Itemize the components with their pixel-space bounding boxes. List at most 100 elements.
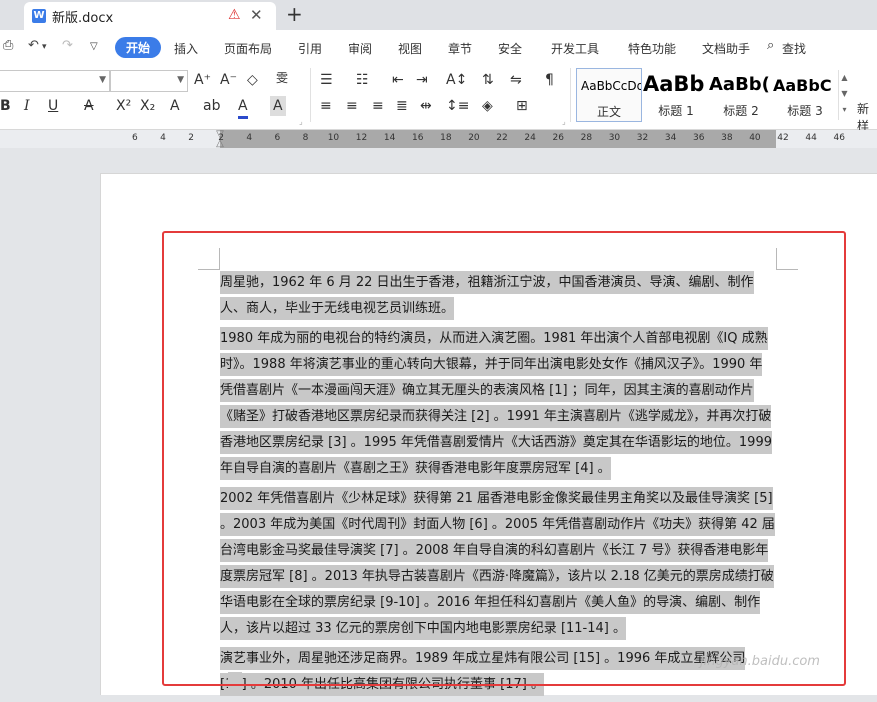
menu-find[interactable]: 查找 xyxy=(782,40,806,57)
bullet-list-icon[interactable]: ☰ xyxy=(320,70,333,90)
text-effect-icon[interactable]: A xyxy=(170,96,180,116)
subscript-icon[interactable]: X₂ xyxy=(140,96,155,116)
align-left-icon[interactable]: ≡ xyxy=(320,96,332,116)
menu-references[interactable]: 引用 xyxy=(298,40,322,57)
font-size-combo[interactable]: ▼ xyxy=(110,70,188,92)
superscript-icon[interactable]: X² xyxy=(116,96,131,116)
paragraph[interactable]: 周星驰，1962 年 6 月 22 日出生于香港，祖籍浙江宁波，中国香港演员、导… xyxy=(220,270,775,322)
divider xyxy=(310,68,311,122)
search-icon[interactable]: ⌕ xyxy=(767,38,774,53)
menu-view[interactable]: 视图 xyxy=(398,40,422,57)
menu-security[interactable]: 安全 xyxy=(498,40,522,57)
show-marks-icon[interactable]: ⇋ xyxy=(510,70,522,90)
numbered-list-icon[interactable]: ☷ xyxy=(356,70,369,90)
ruler-number: 14 xyxy=(383,133,396,143)
chevron-down-icon: ▼ xyxy=(99,75,106,85)
sort-icon[interactable]: ⇅ xyxy=(482,70,494,90)
font-dialog-launcher-icon[interactable]: ⌟ xyxy=(299,112,303,132)
italic-icon[interactable]: I xyxy=(24,96,30,116)
new-style-button[interactable]: 新样 xyxy=(857,100,877,134)
increase-indent-icon[interactable]: ⇥ xyxy=(416,70,428,90)
ruler-number: 42 xyxy=(777,133,789,143)
undo-dropdown-icon[interactable]: ▾ xyxy=(42,42,47,52)
style-preview: AaBbCcDd xyxy=(581,79,642,93)
ruler-number: 46 xyxy=(833,133,845,143)
justify-icon[interactable]: ≣ xyxy=(396,96,408,116)
ruler-number: 20 xyxy=(468,133,480,143)
borders-icon[interactable]: ⊞ xyxy=(516,96,528,116)
redo-icon[interactable]: ↷ xyxy=(62,38,73,53)
document-body[interactable]: 周星驰，1962 年 6 月 22 日出生于香港，祖籍浙江宁波，中国香港演员、导… xyxy=(220,270,775,702)
ruler-number: 16 xyxy=(412,133,424,143)
new-tab-button[interactable]: + xyxy=(286,2,303,26)
paragraph-dialog-launcher-icon[interactable]: ⌟ xyxy=(562,112,566,132)
watermark: jingyan.baidu.com xyxy=(700,654,820,669)
ruler-number: 10 xyxy=(327,133,340,143)
menu-section[interactable]: 章节 xyxy=(448,40,472,57)
clear-format-icon[interactable]: ◇ xyxy=(247,70,258,90)
distributed-icon[interactable]: ⇹ xyxy=(420,96,432,116)
shading-icon[interactable]: ◈ xyxy=(482,96,493,116)
bold-icon[interactable]: B xyxy=(0,96,11,116)
ruler-number: 6 xyxy=(132,133,138,143)
warning-icon[interactable]: ⚠ xyxy=(228,7,241,23)
ruler-number: 24 xyxy=(524,133,536,143)
ruler-number: 2 xyxy=(188,133,194,143)
align-right-icon[interactable]: ≡ xyxy=(372,96,384,116)
margin-corner-mark xyxy=(198,248,220,270)
styles-scroll[interactable]: ▲ ▼ ▾ xyxy=(838,70,850,120)
style-label: 标题 2 xyxy=(723,104,759,118)
selection-highlight xyxy=(228,672,242,695)
tab-title: 新版.docx xyxy=(52,11,114,26)
menu-insert[interactable]: 插入 xyxy=(174,40,198,57)
paragraph[interactable]: 演艺事业外，周星驰还涉足商界。1989 年成立星炜有限公司 [15] 。1996… xyxy=(220,646,775,698)
menu-page-layout[interactable]: 页面布局 xyxy=(224,40,272,57)
shrink-font-icon[interactable]: A⁻ xyxy=(220,70,237,90)
paragraph-text: 演艺事业外，周星驰还涉足商界。1989 年成立星炜有限公司 [15] 。1996… xyxy=(220,647,746,696)
style-preview: AaBbC xyxy=(773,76,832,95)
wps-writer-icon: W xyxy=(32,9,46,23)
menu-home[interactable]: 开始 xyxy=(115,37,162,58)
phonetic-guide-icon[interactable]: 雯 xyxy=(276,68,288,88)
char-shading-icon[interactable]: A xyxy=(270,96,286,116)
style-heading-1[interactable]: AaBb 标题 1 xyxy=(643,68,709,122)
style-heading-2[interactable]: AaBb( 标题 2 xyxy=(709,68,773,122)
ruler-number: 4 xyxy=(246,133,253,143)
strikethrough-icon[interactable]: A xyxy=(84,96,94,116)
decrease-indent-icon[interactable]: ⇤ xyxy=(392,70,404,90)
paragraph[interactable]: 1980 年成为丽的电视台的特约演员，从而进入演艺圈。1981 年出演个人首部电… xyxy=(220,326,775,482)
paragraph[interactable]: 2002 年凭借喜剧片《少林足球》获得第 21 届香港电影金像奖最佳男主角奖以及… xyxy=(220,486,775,642)
style-preview: AaBb xyxy=(643,72,705,96)
quick-access-menu-icon[interactable]: ▽ xyxy=(90,41,98,52)
paragraph-text: 周星驰，1962 年 6 月 22 日出生于香港，祖籍浙江宁波，中国香港演员、导… xyxy=(220,271,754,320)
ruler-number: 18 xyxy=(440,133,452,143)
text-direction-icon[interactable]: A↕ xyxy=(446,70,467,90)
align-center-icon[interactable]: ≡ xyxy=(346,96,358,116)
style-label: 标题 1 xyxy=(658,104,694,118)
undo-icon[interactable]: ↶ xyxy=(28,38,39,53)
horizontal-ruler[interactable]: ▽ △ 6 4 2 2 4 6 8 10 12 14 16 18 20 22 24 26 28 30 32 34 36 38… xyxy=(0,130,877,149)
ruler-number: 4 xyxy=(160,133,166,143)
menu-review[interactable]: 审阅 xyxy=(348,40,372,57)
ruler-number: 34 xyxy=(664,133,677,143)
line-spacing-icon[interactable]: ↕≡ xyxy=(446,96,469,116)
ruler-number: 36 xyxy=(693,133,705,143)
document-tab[interactable]: W 新版.docx ⚠ ✕ xyxy=(24,2,276,30)
underline-icon[interactable]: U xyxy=(48,96,58,116)
paragraph-mark-icon[interactable]: ¶ xyxy=(545,70,554,90)
menu-doc-assistant[interactable]: 文档助手 xyxy=(702,40,750,57)
ruler-number: 12 xyxy=(355,133,368,143)
close-icon[interactable]: ✕ xyxy=(250,6,263,24)
menu-special-features[interactable]: 特色功能 xyxy=(628,40,676,57)
font-name-combo[interactable]: ▼ xyxy=(0,70,110,92)
style-label: 正文 xyxy=(596,105,621,119)
menu-bar: ⎙ ↶ ▾ ↷ ▽ 开始 插入 页面布局 引用 审阅 视图 章节 安全 开发工具… xyxy=(0,30,877,62)
menu-developer[interactable]: 开发工具 xyxy=(551,40,599,57)
style-heading-3[interactable]: AaBbC 标题 3 xyxy=(773,68,837,122)
style-normal[interactable]: AaBbCcDd 正文 xyxy=(576,68,642,122)
font-color-icon[interactable]: A xyxy=(238,96,248,119)
grow-font-icon[interactable]: A⁺ xyxy=(194,70,211,90)
ruler-number: 6 xyxy=(274,133,281,143)
highlight-icon[interactable]: ab xyxy=(203,96,220,116)
print-preview-icon[interactable]: ⎙ xyxy=(3,38,13,53)
